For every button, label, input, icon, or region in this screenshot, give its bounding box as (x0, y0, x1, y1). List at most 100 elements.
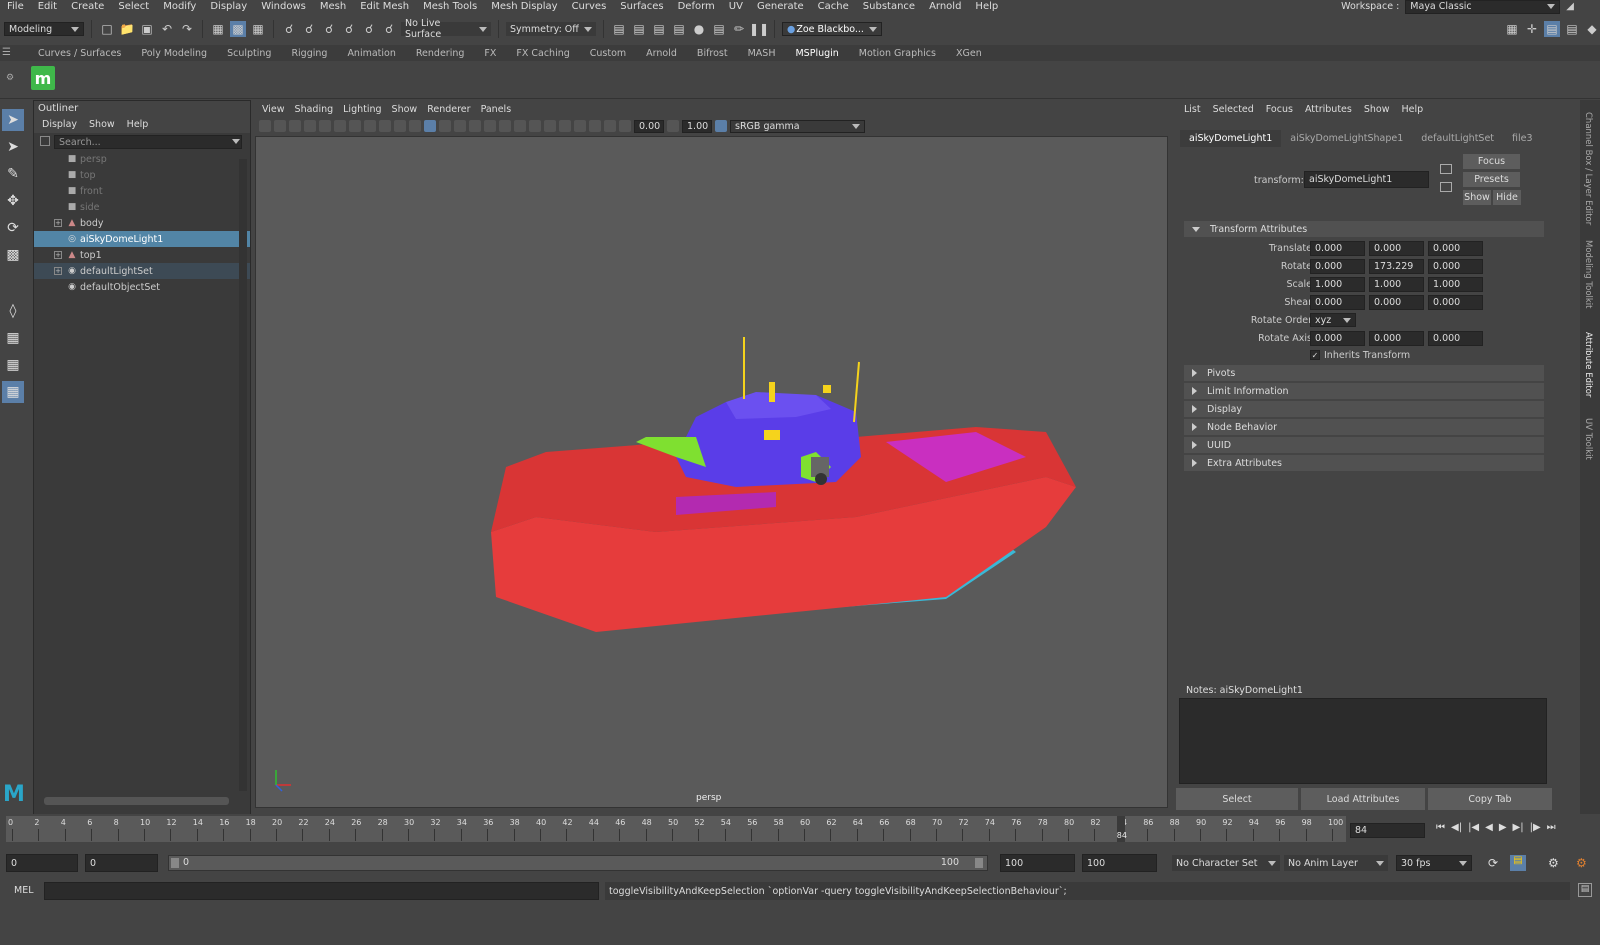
outliner-item-front[interactable]: ■ front (34, 183, 250, 199)
menu-uv[interactable]: UV (722, 1, 750, 12)
outliner-layout-icon[interactable]: ▦ (2, 381, 24, 403)
script-language-toggle[interactable]: MEL (14, 885, 34, 896)
xray-joints-icon[interactable] (589, 120, 601, 132)
redo-icon[interactable]: ↷ (179, 21, 195, 37)
shadows-icon[interactable] (484, 120, 496, 132)
step-forward-key-icon[interactable]: |▶ (1530, 822, 1541, 833)
shelf-tab-xgen[interactable]: XGen (946, 48, 992, 59)
xray-icon[interactable] (574, 120, 586, 132)
shelf-gear-icon[interactable]: ⚙ (6, 73, 14, 83)
translate-z-field[interactable]: 0.000 (1428, 240, 1483, 256)
shelf-tab-custom[interactable]: Custom (580, 48, 636, 59)
default-material-icon[interactable] (439, 120, 451, 132)
gate-mask-icon[interactable] (364, 120, 376, 132)
tool-settings-icon[interactable]: ▤ (1564, 21, 1580, 37)
anim-prefs-icon[interactable]: ⚙ (1548, 856, 1559, 870)
outliner-scrollbar[interactable] (239, 159, 247, 791)
range-slider-bar[interactable]: 0 100 (168, 855, 988, 871)
rotate-axis-x[interactable]: 0.000 (1310, 330, 1365, 346)
step-back-frame-icon[interactable]: |◀ (1468, 822, 1479, 833)
image-plane-icon[interactable] (304, 120, 316, 132)
select-hierarchy-icon[interactable]: ▦ (210, 21, 226, 37)
menu-set-dropdown[interactable]: Modeling (4, 22, 84, 36)
menu-arnold[interactable]: Arnold (922, 1, 968, 12)
loop-icon[interactable]: ⟳ (1488, 856, 1498, 870)
new-scene-icon[interactable]: □ (99, 21, 115, 37)
inherits-checkbox[interactable]: ✓ (1310, 350, 1320, 360)
render-frame-icon[interactable]: ▤ (611, 21, 627, 37)
select-button[interactable]: Select (1176, 788, 1298, 810)
uuid-section-header[interactable]: UUID (1184, 437, 1544, 453)
shelf-tab-sculpting[interactable]: Sculpting (217, 48, 281, 59)
rotate-x-field[interactable]: 0.000 (1310, 258, 1365, 274)
menu-create[interactable]: Create (64, 1, 111, 12)
render-settings-icon[interactable]: ▤ (671, 21, 687, 37)
snap-surface-icon[interactable]: ☌ (361, 21, 377, 37)
shelf-tab-fx-caching[interactable]: FX Caching (506, 48, 579, 59)
outliner-menu-help[interactable]: Help (121, 119, 155, 130)
shelf-tab-fx[interactable]: FX (474, 48, 506, 59)
playback-prefs-icon[interactable]: ⚙ (1576, 856, 1587, 870)
snap-point-icon[interactable]: ☌ (321, 21, 337, 37)
expand-icon[interactable]: + (54, 267, 62, 275)
shelf-tab-poly-modeling[interactable]: Poly Modeling (131, 48, 217, 59)
go-to-output-icon[interactable] (1440, 182, 1452, 192)
scale-x-field[interactable]: 1.000 (1310, 276, 1365, 292)
fps-dropdown[interactable]: 30 fps (1396, 855, 1472, 871)
exposure-field[interactable]: 0.00 (634, 119, 664, 133)
hide-button[interactable]: Hide (1493, 190, 1521, 205)
rotate-axis-y[interactable]: 0.000 (1369, 330, 1424, 346)
attribute-menu-attributes[interactable]: Attributes (1299, 104, 1358, 115)
playback-start-field[interactable]: 0 (85, 854, 158, 872)
pivots-section-header[interactable]: Pivots (1184, 365, 1544, 381)
outliner-menu-display[interactable]: Display (36, 119, 83, 130)
menu-modify[interactable]: Modify (156, 1, 203, 12)
menu-help[interactable]: Help (968, 1, 1005, 12)
layer-editor-icon[interactable]: ◆ (1584, 21, 1600, 37)
motion-blur-icon[interactable] (514, 120, 526, 132)
menu-mesh-display[interactable]: Mesh Display (484, 1, 564, 12)
resolution-gate-icon[interactable] (349, 120, 361, 132)
menu-mesh[interactable]: Mesh (313, 1, 353, 12)
menu-surfaces[interactable]: Surfaces (613, 1, 670, 12)
filter-icon[interactable] (40, 136, 50, 146)
auto-key-icon[interactable]: ▤ (1510, 855, 1526, 871)
attr-tab-aiskydomelightshape1[interactable]: aiSkyDomeLightShape1 (1281, 130, 1412, 147)
user-account-dropdown[interactable]: ● Zoe Blackbo... (782, 22, 882, 36)
menu-display[interactable]: Display (203, 1, 254, 12)
anti-alias-icon[interactable] (529, 120, 541, 132)
attribute-editor-icon[interactable]: ▤ (1544, 21, 1560, 37)
current-frame-field[interactable]: 84 (1350, 823, 1425, 838)
viewport-canvas[interactable]: persp (255, 136, 1168, 808)
field-chart-icon[interactable] (379, 120, 391, 132)
tab-uv-toolkit[interactable]: UV Toolkit (1583, 418, 1593, 460)
viewport-menu-shading[interactable]: Shading (290, 104, 339, 115)
color-management-icon[interactable] (715, 120, 727, 132)
show-button[interactable]: Show (1463, 190, 1491, 205)
select-object-icon[interactable]: ▩ (230, 21, 246, 37)
shelf-tab-rendering[interactable]: Rendering (406, 48, 475, 59)
outliner-item-defaultlightset[interactable]: + ◉ defaultLightSet (34, 263, 250, 279)
move-tool-icon[interactable]: ✥ (2, 190, 24, 212)
focus-node-icon[interactable] (1440, 164, 1452, 174)
outliner-h-scrollbar[interactable] (44, 797, 229, 805)
menu-curves[interactable]: Curves (565, 1, 614, 12)
single-perspective-layout-icon[interactable]: ▦ (2, 327, 24, 349)
camera-attrs-icon[interactable] (274, 120, 286, 132)
transform-attributes-header[interactable]: Transform Attributes (1184, 221, 1544, 237)
outliner-item-top1[interactable]: + ▲ top1 (34, 247, 250, 263)
ipr-render-icon[interactable]: ▤ (711, 21, 727, 37)
attribute-menu-show[interactable]: Show (1358, 104, 1396, 115)
xray-components-icon[interactable] (604, 120, 616, 132)
lock-icon[interactable]: ◢ (1566, 1, 1574, 12)
focus-button[interactable]: Focus (1463, 154, 1520, 169)
shelf-tab-curves-surfaces[interactable]: Curves / Surfaces (28, 48, 131, 59)
translate-x-field[interactable]: 0.000 (1310, 240, 1365, 256)
attribute-menu-help[interactable]: Help (1395, 104, 1429, 115)
expand-icon[interactable]: + (54, 219, 62, 227)
shelf-menu-icon[interactable]: ☰ (2, 47, 22, 59)
rotate-z-field[interactable]: 0.000 (1428, 258, 1483, 274)
attr-tab-defaultlightset[interactable]: defaultLightSet (1412, 130, 1503, 147)
attribute-menu-list[interactable]: List (1178, 104, 1207, 115)
snap-pivot-icon[interactable]: ☌ (381, 21, 397, 37)
